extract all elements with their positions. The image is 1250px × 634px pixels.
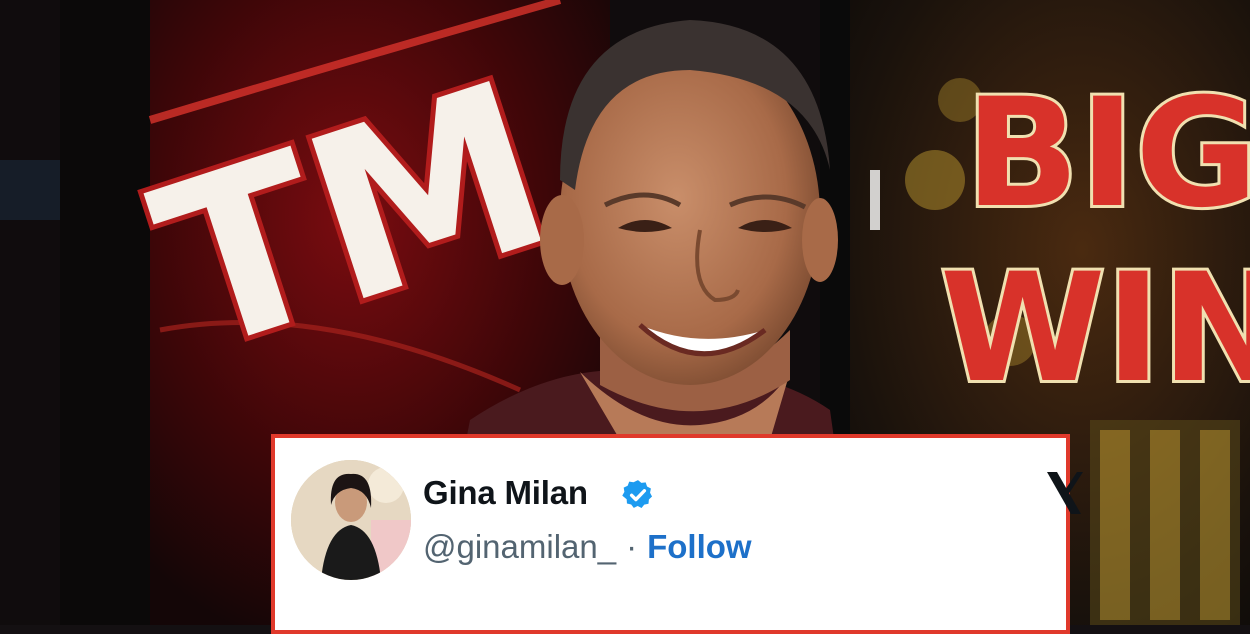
- handle[interactable]: @ginamilan_: [423, 528, 616, 565]
- sign-right: BIG WIN: [937, 64, 1250, 419]
- display-name[interactable]: Gina Milan: [423, 474, 588, 512]
- tweet-card[interactable]: Gina Milan @ginamilan_ · Follow: [271, 434, 1083, 634]
- x-logo-icon[interactable]: [1043, 468, 1083, 518]
- avatar-image: [291, 460, 411, 580]
- svg-text:WIN: WIN: [940, 242, 1250, 416]
- follow-link[interactable]: Follow: [647, 528, 751, 565]
- avatar[interactable]: [291, 460, 411, 580]
- svg-text:BIG: BIG: [965, 67, 1250, 241]
- separator-dot: ·: [626, 528, 638, 565]
- handle-row: @ginamilan_ · Follow: [423, 528, 752, 566]
- verified-badge-icon: [622, 480, 653, 509]
